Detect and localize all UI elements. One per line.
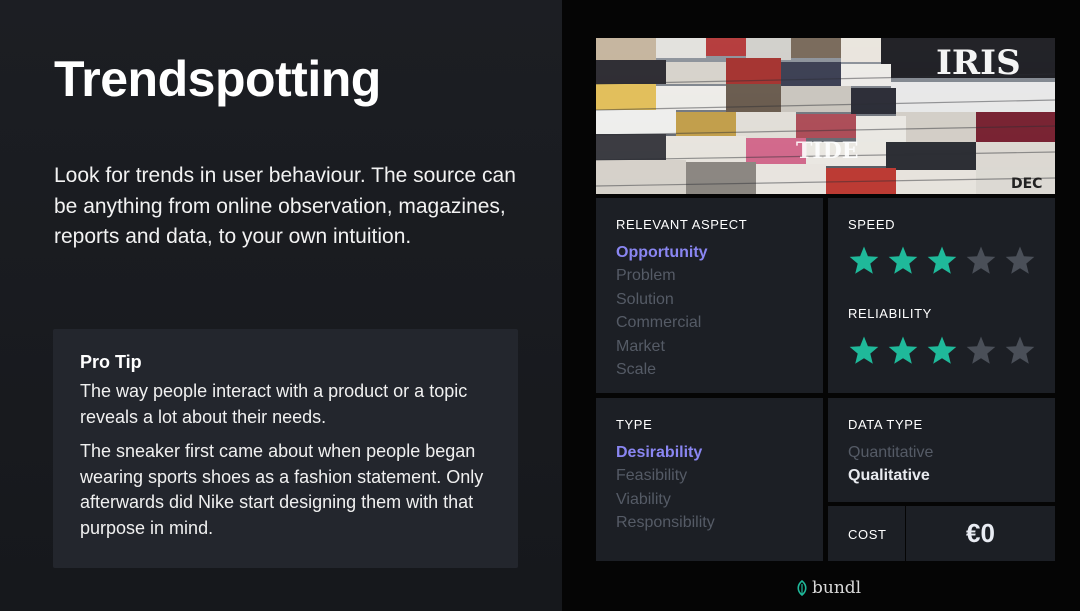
pro-tip-title: Pro Tip bbox=[80, 352, 142, 372]
type-list: Desirability Feasibility Viability Respo… bbox=[616, 441, 715, 535]
data-type-option-quantitative: Quantitative bbox=[848, 444, 934, 461]
type-option-viability: Viability bbox=[616, 490, 671, 508]
reliability-label: RELIABILITY bbox=[848, 306, 932, 321]
aspect-option-market: Market bbox=[616, 337, 665, 355]
star-filled-icon bbox=[887, 335, 919, 365]
image-text-iris: IRIS bbox=[936, 43, 1021, 83]
pro-tip-box: Pro Tip The way people interact with a p… bbox=[53, 329, 518, 568]
type-option-feasibility: Feasibility bbox=[616, 467, 688, 485]
type-option-responsibility: Responsibility bbox=[616, 514, 715, 532]
magazine-rack-image: IRIS TIDE DEC bbox=[596, 38, 1055, 194]
image-text-dec: DEC bbox=[1011, 176, 1042, 192]
star-filled-icon bbox=[848, 335, 880, 365]
star-filled-icon bbox=[926, 245, 958, 275]
image-text-tide: TIDE bbox=[796, 138, 859, 164]
aspect-option-problem: Problem bbox=[616, 267, 676, 285]
pro-tip-paragraph: The sneaker first came about when people… bbox=[80, 441, 484, 538]
type-option-desirability: Desirability bbox=[616, 444, 703, 461]
data-type-list: Quantitative Qualitative bbox=[848, 441, 933, 488]
star-filled-icon bbox=[848, 245, 880, 275]
cost-value: €0 bbox=[966, 518, 995, 548]
type-label: TYPE bbox=[616, 417, 653, 432]
aspect-option-solution: Solution bbox=[616, 290, 674, 308]
intro-text: Look for trends in user behaviour. The s… bbox=[54, 164, 516, 248]
data-type-option-qualitative: Qualitative bbox=[848, 467, 930, 485]
relevant-aspect-list: Opportunity Problem Solution Commercial … bbox=[616, 241, 708, 381]
star-filled-icon bbox=[887, 245, 919, 275]
pro-tip-paragraph: The way people interact with a product o… bbox=[80, 381, 468, 427]
speed-label: SPEED bbox=[848, 217, 896, 232]
speed-rating bbox=[848, 245, 1036, 275]
data-type-label: DATA TYPE bbox=[848, 417, 923, 432]
aspect-option-opportunity: Opportunity bbox=[616, 244, 708, 261]
bundl-logo: bundl bbox=[796, 578, 861, 598]
aspect-option-scale: Scale bbox=[616, 361, 657, 379]
page-title: Trendspotting bbox=[54, 51, 381, 107]
star-empty-icon bbox=[1004, 245, 1036, 275]
star-empty-icon bbox=[965, 335, 997, 365]
relevant-aspect-label: RELEVANT ASPECT bbox=[616, 217, 748, 232]
magazine-rack-illustration: IRIS TIDE DEC bbox=[596, 38, 1055, 194]
leaf-icon bbox=[797, 580, 807, 596]
star-empty-icon bbox=[1004, 335, 1036, 365]
reliability-rating bbox=[848, 335, 1036, 365]
star-empty-icon bbox=[965, 245, 997, 275]
brand-name: bundl bbox=[812, 578, 862, 598]
aspect-option-commercial: Commercial bbox=[616, 314, 702, 332]
cost-label: COST bbox=[848, 527, 887, 542]
star-filled-icon bbox=[926, 335, 958, 365]
